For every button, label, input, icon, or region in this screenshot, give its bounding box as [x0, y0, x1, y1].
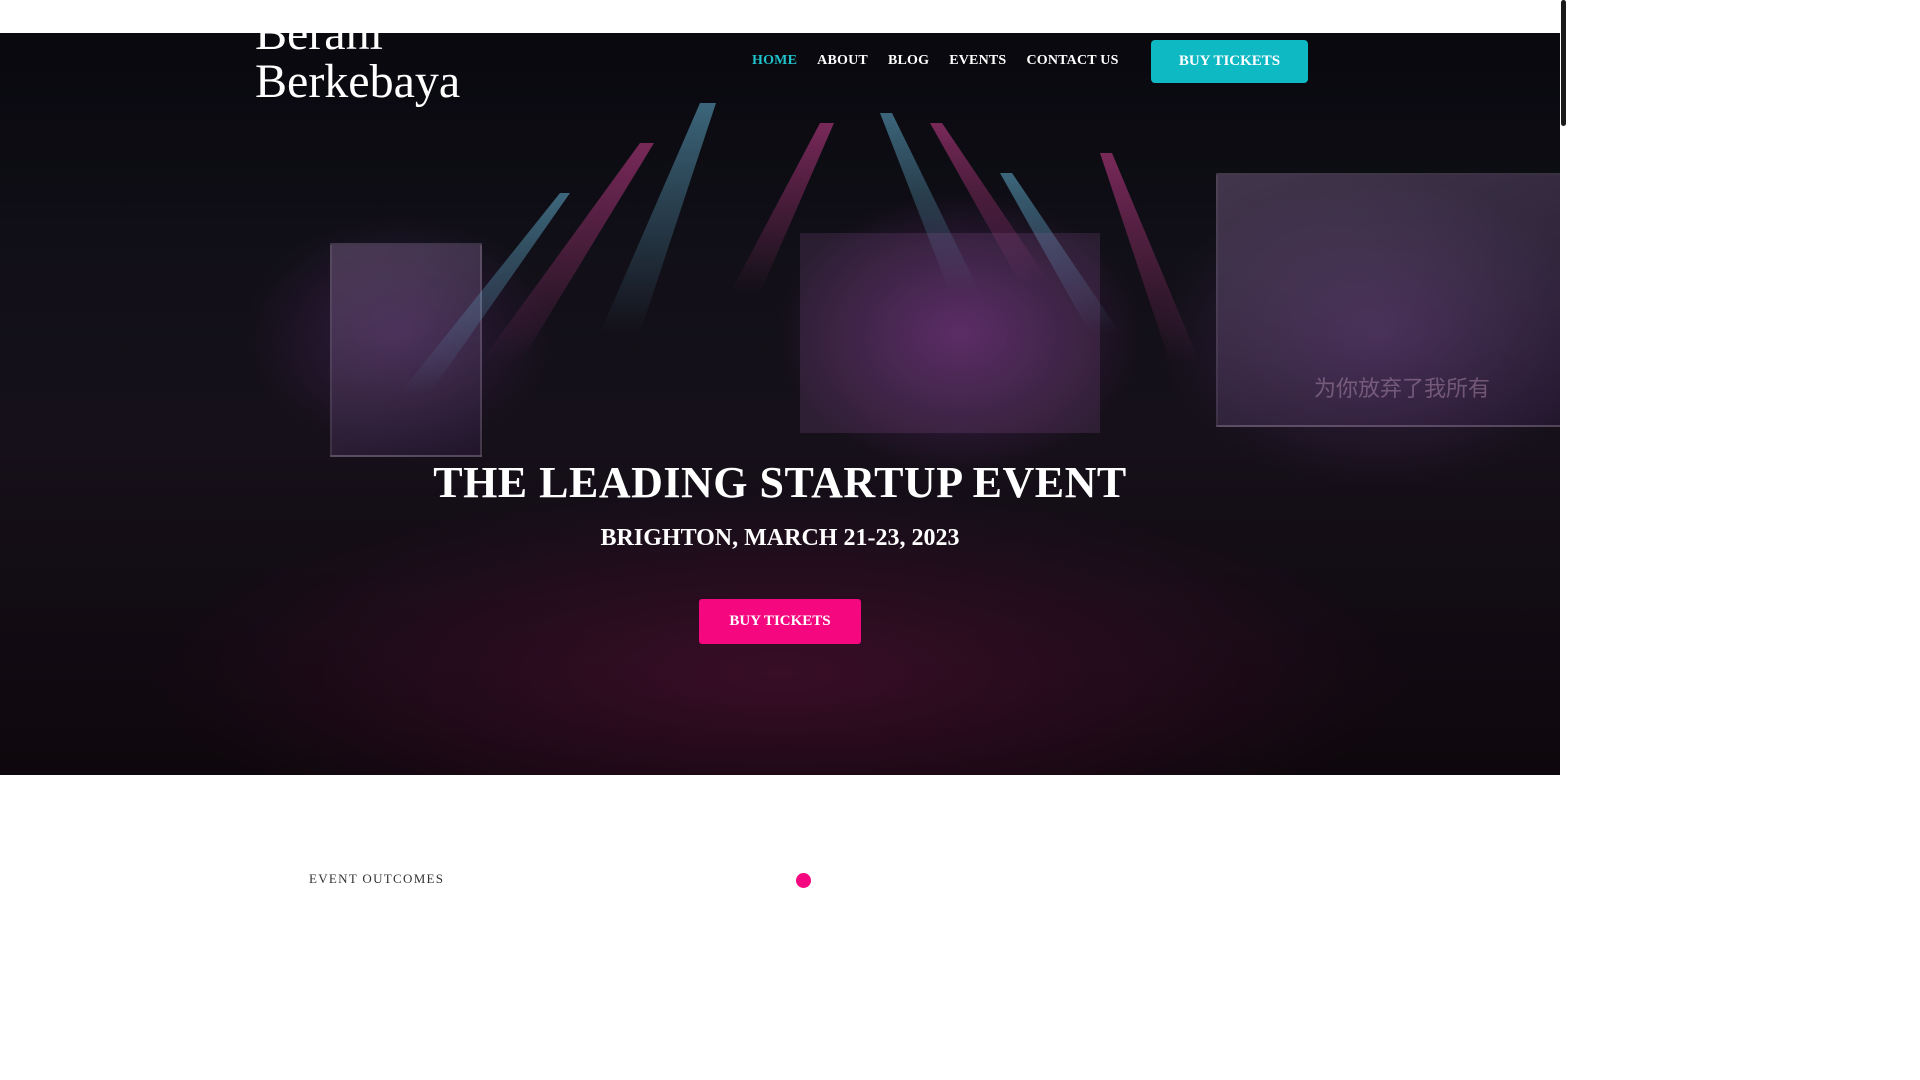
site-logo-line1: Berani [255, 7, 383, 60]
header-buy-tickets-button[interactable]: BUY TICKETS [1151, 40, 1308, 83]
hero-section: 为你放弃了我所有 THE LEADING STARTUP EVENT BRIGH… [0, 33, 1560, 775]
nav-item-events[interactable]: EVENTS [949, 53, 1006, 69]
site-logo[interactable]: Berani Berkebaya [255, 10, 515, 106]
hero-buy-tickets-button[interactable]: BUY TICKETS [699, 599, 861, 644]
hero-subtitle: BRIGHTON, MARCH 21-23, 2023 [600, 525, 960, 551]
section-label-event-outcomes: EVENT OUTCOMES [309, 871, 445, 886]
scrollbar-thumb[interactable] [1561, 0, 1566, 126]
nav-item-about[interactable]: ABOUT [817, 53, 868, 69]
hero-title: THE LEADING STARTUP EVENT [433, 458, 1127, 507]
dot-icon [796, 873, 811, 888]
top-white-bar [0, 0, 1568, 33]
hero-overlay [0, 33, 1560, 775]
nav-item-blog[interactable]: BLOG [888, 53, 929, 69]
nav-item-home[interactable]: HOME [752, 53, 797, 69]
main-nav: HOME ABOUT BLOG EVENTS CONTACT US [752, 53, 1139, 69]
site-logo-line2: Berkebaya [255, 55, 461, 108]
nav-item-contact-us[interactable]: CONTACT US [1026, 53, 1118, 69]
page-scrollbar[interactable] [1560, 0, 1568, 882]
